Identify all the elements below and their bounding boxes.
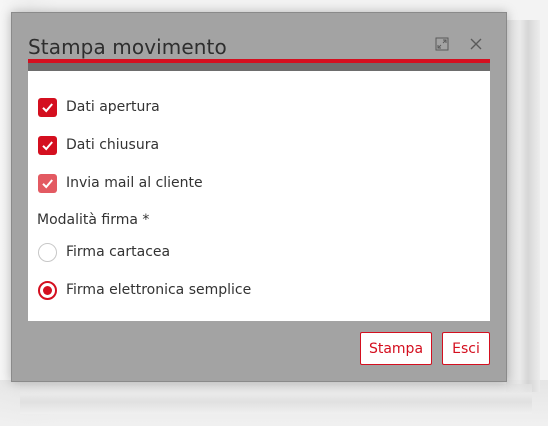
radio-unselected-icon[interactable] (38, 242, 57, 262)
backdrop-band-bottom (20, 384, 532, 414)
checkbox-dati-chiusura[interactable]: Dati chiusura (38, 134, 159, 156)
dialog-content: Dati apertura Dati chiusura Invia mail a… (28, 71, 490, 321)
checkbox-label: Dati chiusura (66, 137, 160, 153)
restore-window-icon[interactable] (434, 36, 450, 52)
checkbox-label: Dati apertura (66, 99, 160, 115)
print-button[interactable]: Stampa (360, 332, 432, 365)
header-actions (434, 36, 484, 52)
title-divider (28, 63, 490, 71)
checkbox-dati-apertura[interactable]: Dati apertura (38, 96, 160, 118)
print-dialog: Stampa movimento Dati apertura Dati chiu… (11, 12, 507, 382)
radio-label: Firma cartacea (66, 244, 171, 260)
checkbox-checked-icon[interactable] (38, 97, 57, 117)
radio-firma-cartacea[interactable]: Firma cartacea (38, 241, 170, 263)
checkbox-label: Invia mail al cliente (66, 175, 203, 191)
signature-mode-label: Modalità firma * (37, 212, 150, 228)
checkbox-invia-mail[interactable]: Invia mail al cliente (38, 172, 203, 194)
radio-selected-icon[interactable] (38, 280, 57, 300)
backdrop-band-right (506, 20, 540, 392)
close-icon[interactable] (468, 36, 484, 52)
exit-button[interactable]: Esci (442, 332, 490, 365)
radio-firma-elettronica[interactable]: Firma elettronica semplice (38, 279, 251, 301)
checkbox-checked-icon[interactable] (38, 173, 57, 193)
radio-label: Firma elettronica semplice (66, 282, 252, 298)
checkbox-checked-icon[interactable] (38, 135, 57, 155)
dialog-title: Stampa movimento (28, 35, 227, 59)
